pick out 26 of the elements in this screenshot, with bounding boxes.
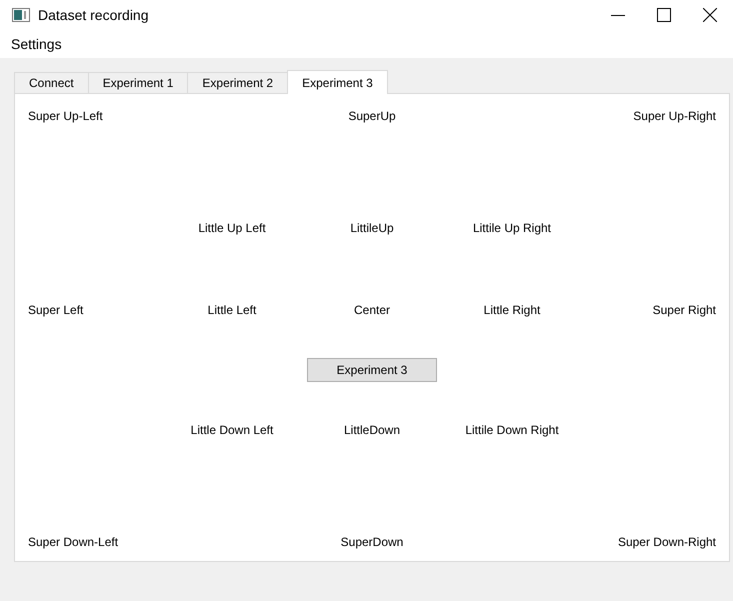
direction-label: Super Up-Left <box>28 109 103 123</box>
minimize-icon[interactable] <box>611 14 625 16</box>
direction-label: Little Down Left <box>190 423 274 437</box>
close-icon[interactable] <box>703 8 717 22</box>
direction-label: SuperDown <box>340 535 404 549</box>
direction-label: Super Right <box>652 303 716 317</box>
direction-label: Little Left <box>208 303 256 317</box>
direction-label: LittleDown <box>344 423 400 437</box>
menu-item[interactable]: Settings <box>8 34 65 54</box>
app-icon <box>12 8 30 22</box>
direction-label: Super Down-Left <box>28 535 118 549</box>
direction-label: Center <box>354 303 390 317</box>
direction-label: LittileUp <box>350 221 394 235</box>
experiment-button[interactable]: Experiment 3 <box>307 358 437 382</box>
direction-label: Super Down-Right <box>618 535 716 549</box>
direction-label: SuperUp <box>348 109 396 123</box>
window-title: Dataset recording <box>38 7 150 23</box>
maximize-icon[interactable] <box>657 8 671 22</box>
direction-label: Little Up Left <box>198 221 266 235</box>
direction-label: Littile Up Right <box>472 221 552 235</box>
tab[interactable]: Connect <box>14 72 89 94</box>
direction-label: Super Up-Right <box>633 109 716 123</box>
tab[interactable]: Experiment 3 <box>287 70 388 94</box>
direction-label: Super Left <box>28 303 84 317</box>
direction-label: Littile Down Right <box>465 423 559 437</box>
direction-label: Little Right <box>484 303 540 317</box>
